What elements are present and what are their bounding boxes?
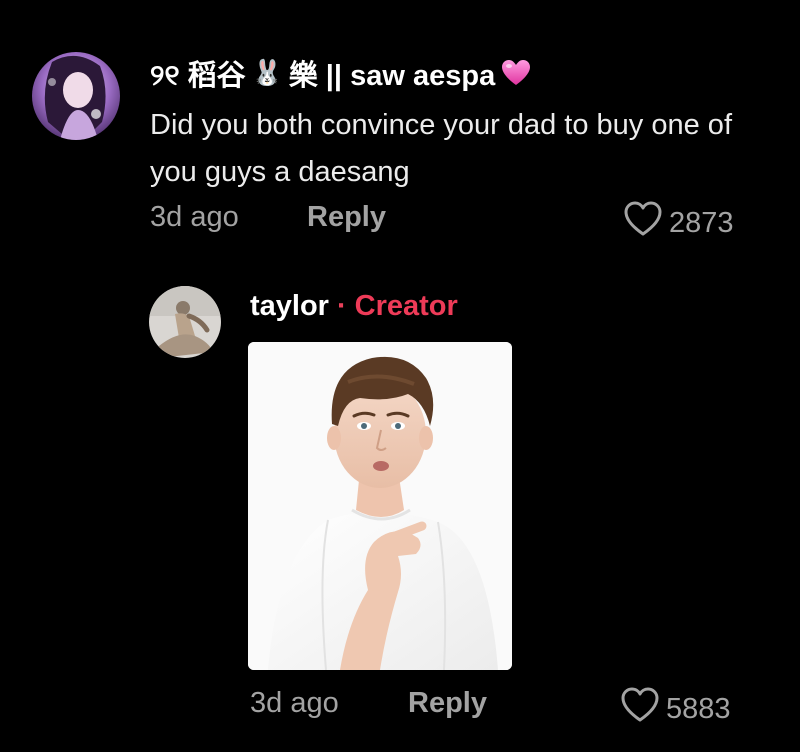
comment-timestamp: 3d ago — [150, 201, 239, 233]
rabbit-emoji-icon: 🐰 — [251, 58, 283, 87]
comment-meta-row: 3d ago Reply 2873 — [0, 201, 800, 241]
comment-text: Did you both convince your dad to buy on… — [150, 109, 732, 188]
reply-header: taylor · Creator — [250, 290, 458, 323]
comment-thread: ୨୧ 稻谷 🐰 樂 || saw aespa Did you both conv… — [0, 0, 800, 752]
creator-avatar[interactable] — [149, 286, 221, 358]
reply-button[interactable]: Reply — [408, 687, 487, 720]
heart-outline-icon — [623, 201, 663, 245]
pink-heart-icon — [501, 59, 531, 87]
username-suffix: 樂 || saw aespa — [288, 60, 496, 92]
like-button[interactable]: 2873 — [623, 201, 734, 245]
like-button[interactable]: 5883 — [620, 687, 731, 731]
comment-username[interactable]: ୨୧ 稻谷 🐰 樂 || saw aespa — [150, 52, 531, 94]
reply-sticker-image[interactable] — [248, 342, 512, 670]
reply-meta-row: 3d ago Reply 5883 — [0, 687, 800, 727]
separator-dot: · — [336, 290, 347, 322]
reply-button[interactable]: Reply — [307, 201, 386, 234]
reply-timestamp: 3d ago — [250, 687, 339, 719]
user-avatar[interactable] — [32, 52, 120, 140]
heart-outline-icon — [620, 687, 660, 731]
like-count: 5883 — [666, 692, 731, 725]
like-count: 2873 — [669, 206, 734, 239]
creator-username[interactable]: taylor — [250, 290, 329, 323]
creator-badge: Creator — [354, 290, 458, 322]
username-prefix: ୨୧ 稻谷 — [150, 60, 246, 92]
